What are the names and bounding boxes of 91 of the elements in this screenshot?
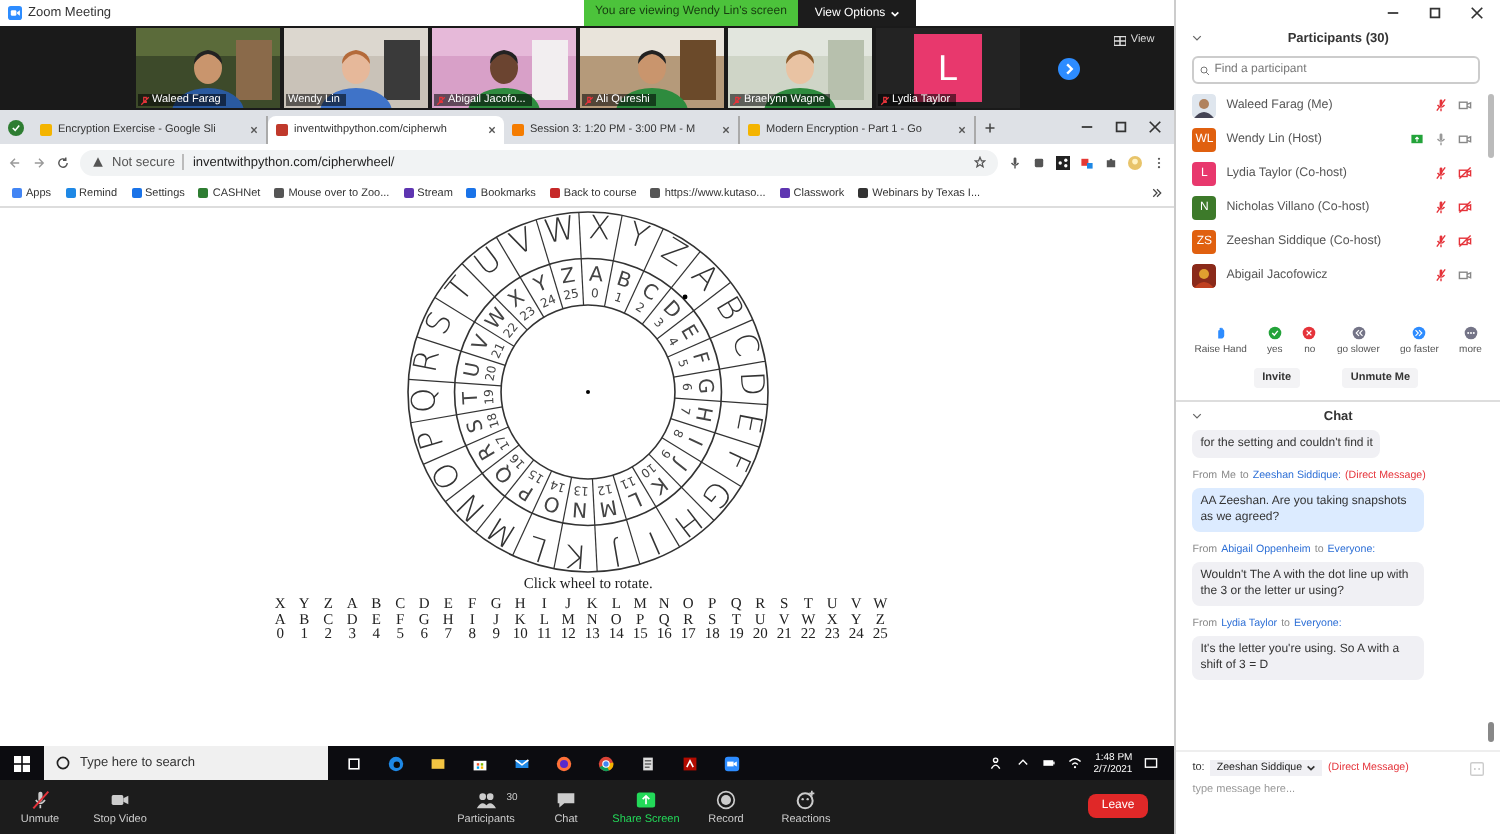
wheel-letter: F — [716, 444, 759, 478]
firefox-icon[interactable] — [556, 755, 572, 771]
wheel-letter: S — [417, 305, 461, 341]
wheel-letter: U — [461, 360, 487, 380]
smiley-icon — [796, 789, 816, 809]
collapse-icon[interactable] — [1192, 412, 1203, 420]
wheel-letter: K — [564, 536, 589, 574]
close-icon[interactable] — [1470, 5, 1484, 19]
search-icon — [1200, 65, 1211, 75]
wheel-letter: V — [504, 219, 540, 264]
wheel-letter: R — [406, 346, 448, 376]
pdf-icon[interactable] — [682, 755, 698, 771]
x-mark-icon — [1302, 326, 1317, 340]
wheel-letter: Y — [623, 214, 654, 257]
chevron-up-icon[interactable] — [1015, 756, 1030, 770]
folder-icon[interactable] — [430, 755, 446, 771]
mail-icon[interactable] — [514, 755, 530, 771]
chevron-down-icon — [1306, 764, 1317, 772]
wheel-letter: B — [613, 268, 634, 294]
close-icon[interactable] — [958, 126, 966, 134]
forward-icon[interactable] — [32, 155, 46, 169]
close-icon[interactable] — [722, 126, 730, 134]
warning-icon — [92, 156, 104, 168]
wheel-letter: Z — [559, 265, 578, 290]
check-icon — [1267, 326, 1282, 340]
people-icon[interactable] — [989, 756, 1004, 770]
wheel-letter: E — [675, 321, 701, 344]
wheel-letter: X — [587, 210, 613, 248]
reload-icon[interactable] — [56, 155, 70, 169]
wheel-letter: I — [642, 523, 667, 563]
wheel-letter: H — [690, 404, 715, 424]
microphone-icon[interactable] — [1008, 155, 1023, 169]
chevron-right-double-icon[interactable] — [1152, 188, 1163, 198]
wheel-letter: J — [608, 534, 625, 574]
share-nodes-icon[interactable] — [1056, 155, 1071, 169]
wheel-letter: P — [409, 424, 452, 455]
shield-icon — [8, 119, 24, 135]
chat-bubble-icon — [556, 789, 576, 809]
wheel-letter: I — [682, 433, 705, 448]
wheel-letter: F — [687, 349, 712, 368]
wheel-letter: N — [571, 496, 589, 520]
document-icon[interactable] — [640, 755, 656, 771]
zoom-logo-icon — [8, 6, 22, 20]
chevron-down-icon — [889, 9, 900, 17]
people-icon — [476, 789, 496, 809]
fast-forward-icon — [1412, 326, 1427, 340]
wheel-letter: L — [625, 486, 645, 511]
notification-icon[interactable] — [1144, 756, 1159, 770]
collapse-icon[interactable] — [1192, 34, 1203, 42]
chrome-icon[interactable] — [598, 755, 614, 771]
new-tab-icon[interactable] — [984, 121, 996, 133]
scrollbar-thumb[interactable] — [1488, 722, 1494, 742]
store-bag-icon[interactable] — [472, 755, 488, 771]
browser-icon[interactable] — [388, 755, 404, 771]
close-icon[interactable] — [250, 126, 258, 134]
maximize-icon[interactable] — [1114, 120, 1129, 134]
scrollbar-thumb[interactable] — [1488, 94, 1494, 158]
wheel-letter: L — [523, 527, 553, 570]
wifi-icon[interactable] — [1067, 756, 1082, 770]
wheel-letter: T — [460, 391, 484, 405]
wheel-letter: Q — [406, 386, 444, 415]
wheel-letter: M — [597, 494, 619, 519]
close-icon[interactable] — [1148, 120, 1163, 134]
wheel-letter: E — [729, 409, 771, 437]
wheel-letter: A — [588, 264, 604, 288]
next-page-icon[interactable] — [1058, 57, 1080, 79]
muted-mic-icon — [30, 789, 50, 809]
windows-start-icon[interactable] — [14, 755, 30, 771]
wheel-letter: W — [541, 210, 580, 252]
record-icon — [716, 789, 736, 809]
minimize-icon[interactable] — [1080, 120, 1095, 134]
raised-hand-icon — [1213, 326, 1228, 340]
wheel-letter: C — [724, 328, 768, 361]
rewind-icon — [1351, 326, 1366, 340]
video-camera-icon — [110, 789, 130, 809]
wheel-letter: C — [637, 280, 662, 307]
grid-icon — [1114, 35, 1127, 45]
wheel-letter: O — [541, 489, 564, 516]
wheel-letter: S — [464, 416, 490, 435]
task-view-icon[interactable] — [346, 755, 362, 771]
star-icon[interactable] — [974, 156, 987, 168]
more-icon — [1463, 326, 1478, 340]
wheel-letter: D — [733, 370, 771, 397]
wheel-letter: G — [692, 377, 716, 395]
share-screen-icon — [636, 789, 656, 809]
maximize-icon[interactable] — [1428, 5, 1442, 19]
wheel-letter: J — [668, 455, 690, 474]
close-icon[interactable] — [488, 126, 496, 134]
back-icon[interactable] — [8, 155, 22, 169]
video-camera-icon[interactable] — [724, 755, 740, 771]
search-icon — [56, 756, 70, 770]
